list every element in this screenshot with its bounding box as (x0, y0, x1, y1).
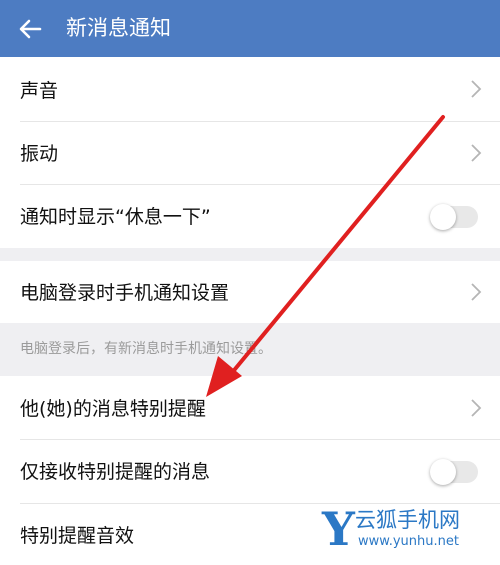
settings-item-show-rest: 通知时显示“休息一下” (0, 185, 500, 248)
section-hint-area: 电脑登录后，有新消息时手机通知设置。 (0, 323, 500, 376)
toggle-knob (430, 459, 456, 485)
pc-login-hint: 电脑登录后，有新消息时手机通知设置。 (20, 341, 272, 357)
chevron-right-icon (471, 399, 482, 417)
watermark-letter: Y (322, 502, 355, 556)
settings-item-special-remind[interactable]: 他(她)的消息特别提醒 (0, 376, 500, 439)
app-header: 新消息通知 (0, 0, 500, 57)
settings-item-label: 振动 (20, 143, 59, 165)
section-gap (0, 248, 500, 261)
settings-item-label: 特别提醒音效 (20, 525, 135, 547)
settings-item-label: 他(她)的消息特别提醒 (20, 398, 206, 420)
settings-item-only-special: 仅接收特别提醒的消息 (0, 440, 500, 503)
arrow-left-icon[interactable] (16, 15, 44, 43)
chevron-right-icon (471, 144, 482, 162)
watermark-logo: Y 云狐手机网 www.yunhu.net (322, 502, 500, 565)
toggle-knob (430, 204, 456, 230)
show-rest-toggle[interactable] (430, 204, 478, 230)
only-special-toggle[interactable] (430, 459, 478, 485)
settings-item-label: 电脑登录时手机通知设置 (20, 282, 230, 304)
settings-item-sound[interactable]: 声音 (0, 57, 500, 121)
settings-item-label: 通知时显示“休息一下” (20, 206, 211, 228)
settings-item-vibration[interactable]: 振动 (0, 122, 500, 184)
settings-item-pc-login[interactable]: 电脑登录时手机通知设置 (0, 261, 500, 323)
page-title: 新消息通知 (66, 16, 171, 40)
watermark-url: www.yunhu.net (358, 534, 459, 549)
chevron-right-icon (471, 80, 482, 98)
watermark-brand: 云狐手机网 (355, 508, 460, 532)
settings-item-label: 声音 (20, 80, 59, 102)
settings-item-label: 仅接收特别提醒的消息 (20, 461, 211, 483)
chevron-right-icon (471, 283, 482, 301)
